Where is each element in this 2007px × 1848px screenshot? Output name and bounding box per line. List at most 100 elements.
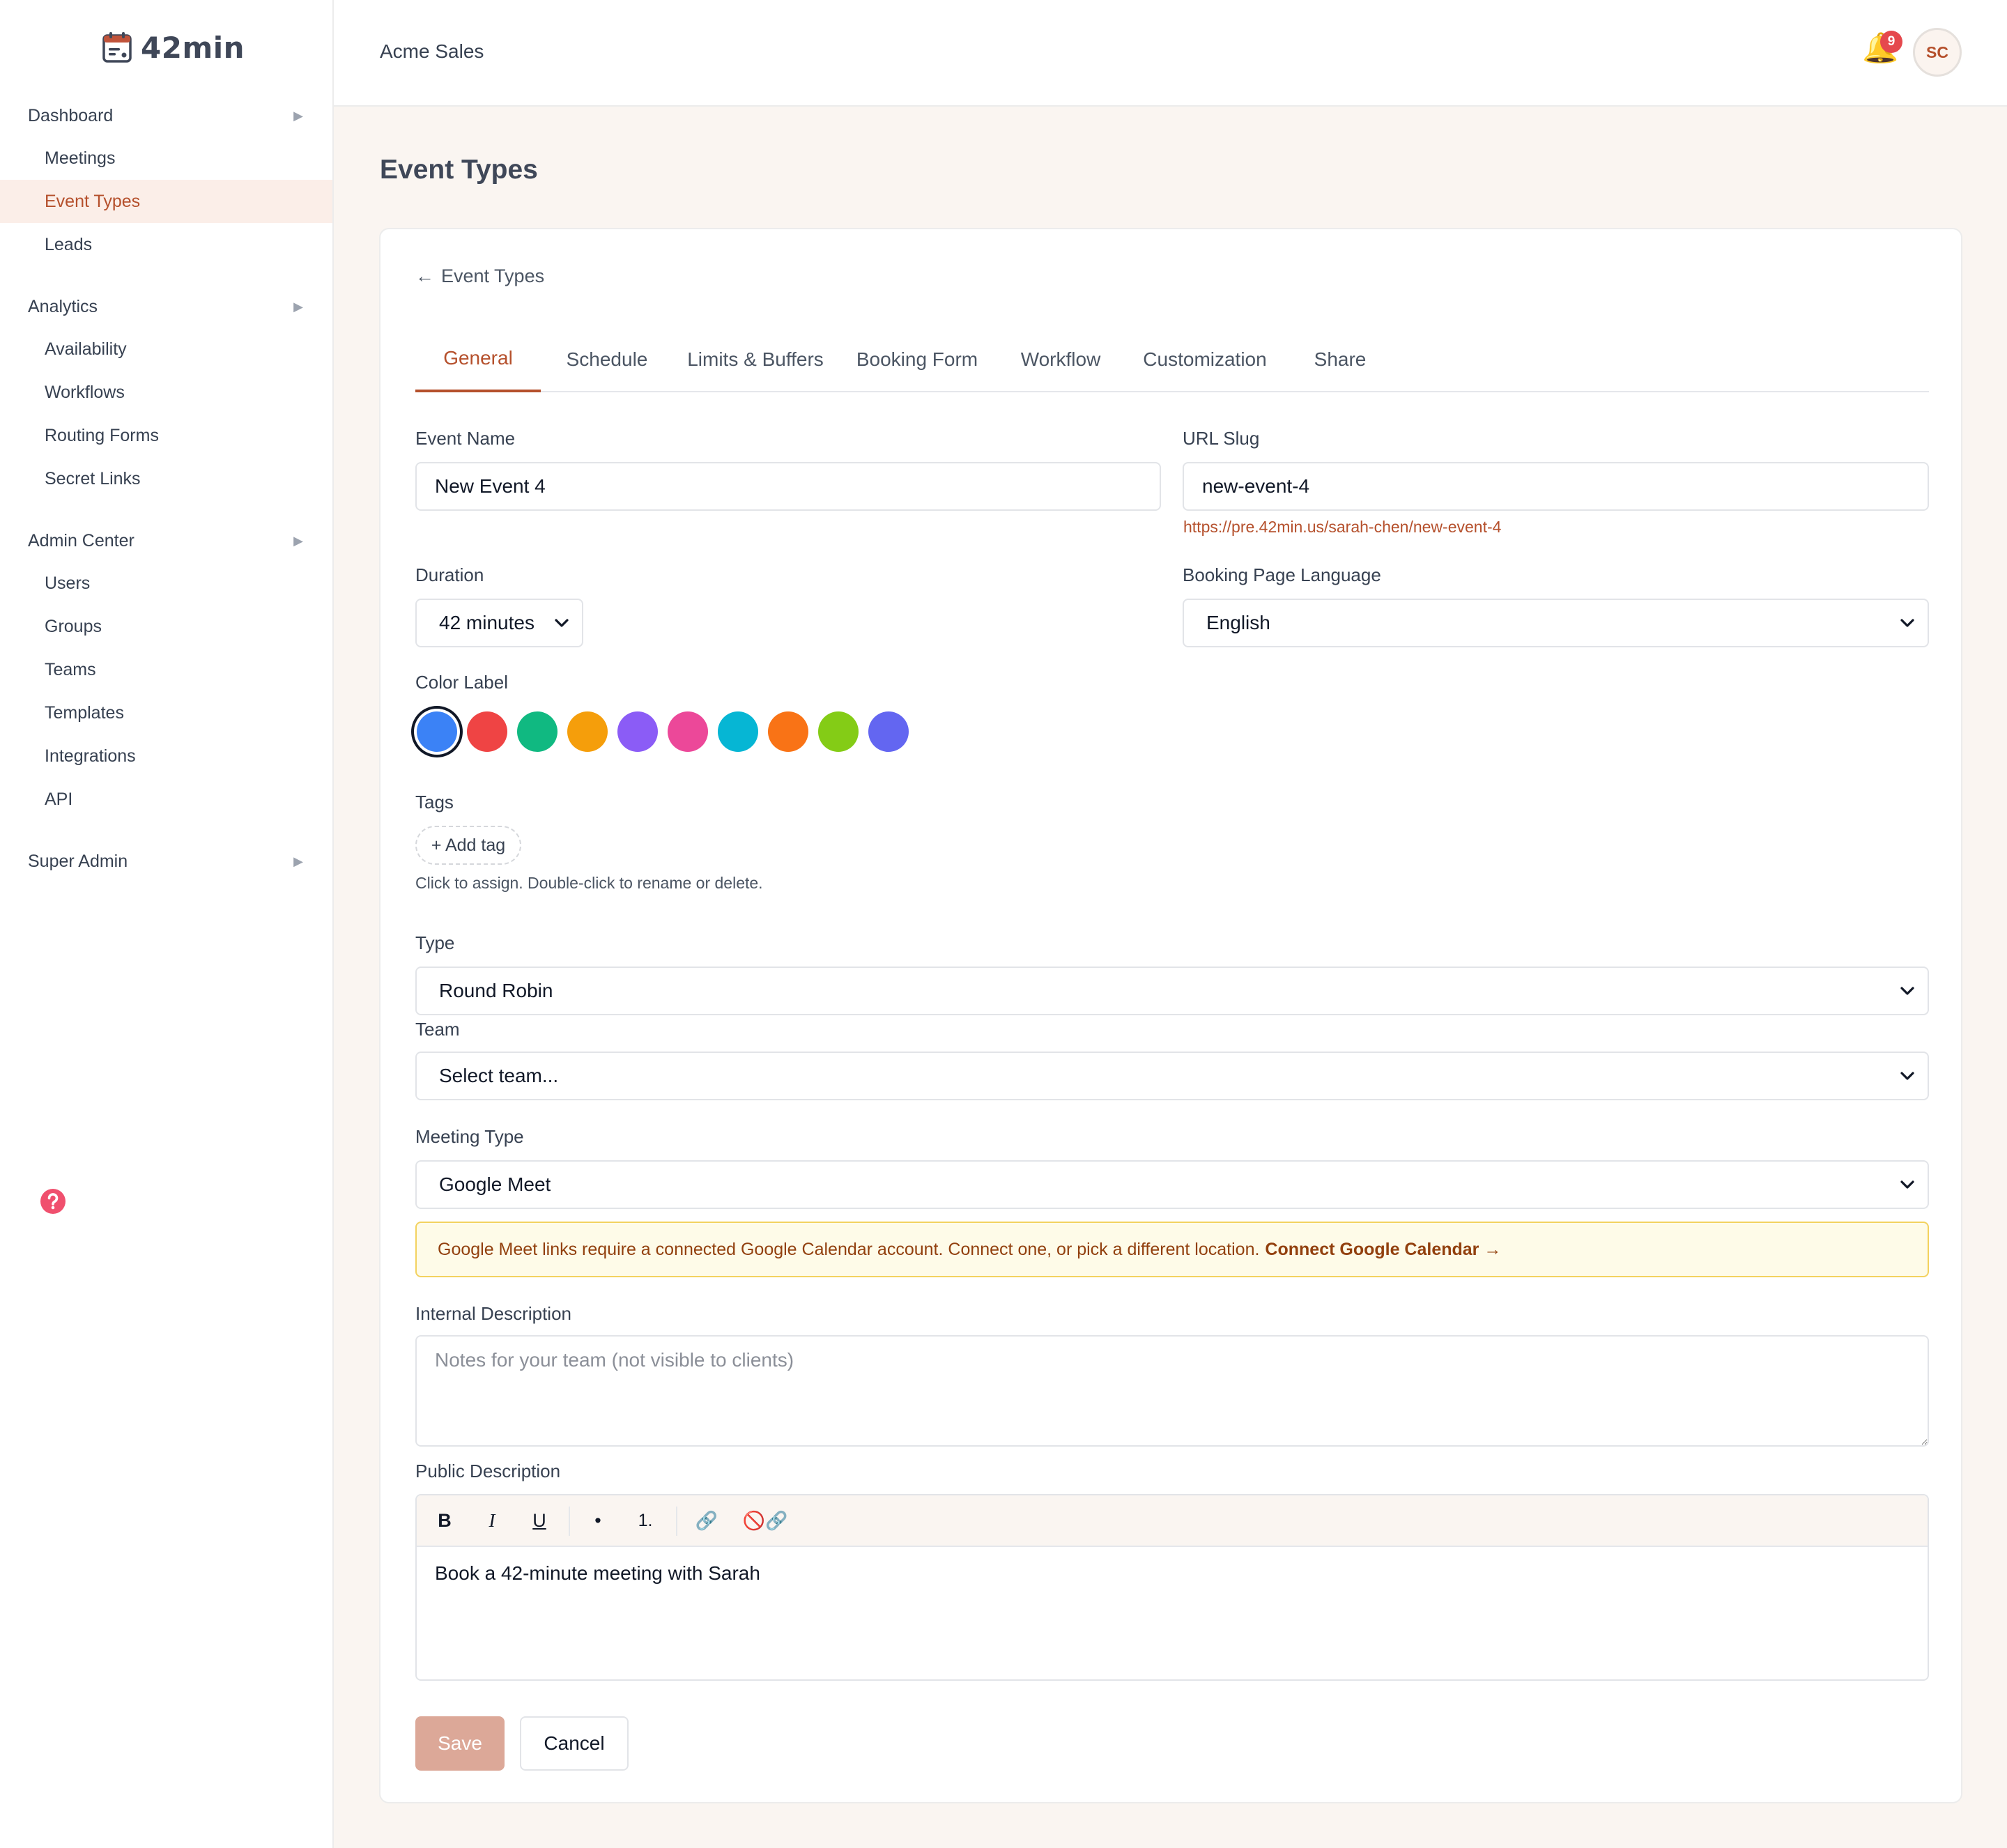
italic-button[interactable]: I: [472, 1495, 512, 1546]
color-swatch[interactable]: [768, 711, 808, 752]
topbar: Acme Sales 🔔 9 SC: [334, 0, 2007, 107]
language-select[interactable]: English: [1183, 599, 1929, 647]
brand-name: 42min: [141, 30, 245, 65]
chevron-down-icon: [1900, 1071, 1915, 1081]
back-link[interactable]: ← Event Types: [415, 265, 544, 287]
underline-button[interactable]: U: [520, 1495, 559, 1546]
tab-limits-buffers[interactable]: Limits & Buffers: [673, 331, 838, 392]
editor-toolbar: B I U • 1. 🔗 🚫 🔗: [417, 1495, 1928, 1547]
team-select[interactable]: Select team...: [415, 1052, 1929, 1100]
back-link-label: Event Types: [441, 265, 545, 286]
tab-general[interactable]: General: [415, 331, 541, 392]
page-title: Event Types: [380, 155, 538, 185]
google-calendar-warning: Google Meet links require a connected Go…: [415, 1222, 1929, 1277]
sidebar-item-users[interactable]: Users: [0, 562, 332, 605]
sidebar-item-leads[interactable]: Leads: [0, 223, 332, 266]
calendar-icon: [102, 31, 132, 63]
caret-right-icon: ▶: [293, 299, 303, 314]
sidebar-nav: Dashboard ▶ Meetings Event Types Leads A…: [0, 95, 332, 882]
bullet-list-button[interactable]: •: [578, 1495, 617, 1546]
type-value: Round Robin: [439, 980, 553, 1001]
public-description-label: Public Description: [415, 1461, 561, 1481]
sidebar-item-routing-forms[interactable]: Routing Forms: [0, 414, 332, 457]
connect-google-calendar-link[interactable]: Connect Google Calendar →: [1265, 1240, 1501, 1260]
bold-button[interactable]: B: [425, 1495, 464, 1546]
editor-content[interactable]: Book a 42-minute meeting with Sarah: [417, 1547, 1928, 1600]
type-select[interactable]: Round Robin: [415, 967, 1929, 1015]
url-slug-input[interactable]: [1183, 462, 1929, 511]
booking-url-preview: https://pre.42min.us/sarah-chen/new-even…: [1183, 518, 1502, 536]
event-name-label: Event Name: [415, 428, 516, 449]
caret-right-icon: ▶: [293, 854, 303, 868]
sidebar-item-teams[interactable]: Teams: [0, 648, 332, 691]
tab-share[interactable]: Share: [1285, 331, 1395, 392]
sidebar-section-analytics[interactable]: Analytics ▶: [0, 286, 332, 328]
meeting-type-label: Meeting Type: [415, 1126, 524, 1147]
color-swatch[interactable]: [718, 711, 758, 752]
unlink-icon: 🚫: [742, 1509, 765, 1531]
tab-schedule[interactable]: Schedule: [541, 331, 673, 392]
sidebar-item-event-types[interactable]: Event Types: [0, 180, 332, 223]
sidebar-item-groups[interactable]: Groups: [0, 605, 332, 648]
tab-bar: General Schedule Limits & Buffers Bookin…: [415, 331, 1929, 392]
caret-right-icon: ▶: [293, 533, 303, 548]
color-swatch[interactable]: [668, 711, 708, 752]
color-swatch[interactable]: [567, 711, 608, 752]
caret-right-icon: ▶: [293, 108, 303, 123]
link-icon: 🔗: [695, 1509, 718, 1531]
sidebar-item-templates[interactable]: Templates: [0, 691, 332, 734]
tab-customization[interactable]: Customization: [1125, 331, 1285, 392]
sidebar-item-secret-links[interactable]: Secret Links: [0, 457, 332, 500]
sidebar-item-workflows[interactable]: Workflows: [0, 371, 332, 414]
sidebar-item-integrations[interactable]: Integrations: [0, 734, 332, 778]
notifications-button[interactable]: 🔔 9: [1862, 31, 1902, 68]
chevron-down-icon: [554, 618, 569, 628]
color-swatch[interactable]: [617, 711, 658, 752]
org-name: Acme Sales: [380, 40, 484, 62]
tags-label: Tags: [415, 792, 454, 813]
save-button[interactable]: Save: [415, 1716, 505, 1771]
chevron-down-icon: [1900, 1180, 1915, 1189]
event-type-card: ← Event Types General Schedule Limits & B…: [379, 228, 1962, 1803]
color-swatch[interactable]: [417, 711, 457, 752]
duration-select[interactable]: 42 minutes: [415, 599, 583, 647]
link-button[interactable]: 🔗: [686, 1495, 728, 1546]
numbered-list-button[interactable]: 1.: [626, 1495, 665, 1546]
type-label: Type: [415, 932, 455, 953]
notification-badge: 9: [1880, 31, 1902, 53]
sidebar-item-api[interactable]: API: [0, 778, 332, 821]
chevron-down-icon: [1900, 618, 1915, 628]
tab-workflow[interactable]: Workflow: [997, 331, 1125, 392]
color-swatch[interactable]: [467, 711, 507, 752]
duration-label: Duration: [415, 564, 484, 585]
team-label: Team: [415, 1019, 460, 1040]
sidebar-section-label: Dashboard: [28, 105, 114, 125]
sidebar-section-dashboard[interactable]: Dashboard ▶: [0, 95, 332, 137]
cancel-button[interactable]: Cancel: [520, 1716, 629, 1771]
color-swatch[interactable]: [868, 711, 909, 752]
chevron-down-icon: [1900, 986, 1915, 996]
unlink-button[interactable]: 🚫 🔗: [737, 1495, 793, 1546]
add-tag-button[interactable]: + Add tag: [415, 826, 521, 865]
tab-booking-form[interactable]: Booking Form: [838, 331, 997, 392]
sidebar-item-meetings[interactable]: Meetings: [0, 137, 332, 180]
avatar[interactable]: SC: [1913, 28, 1962, 77]
sidebar-section-admin-center[interactable]: Admin Center ▶: [0, 520, 332, 562]
link-icon: 🔗: [765, 1509, 788, 1531]
brand-logo[interactable]: 42min: [102, 29, 245, 66]
color-swatch[interactable]: [818, 711, 859, 752]
event-name-input[interactable]: [415, 462, 1161, 511]
sidebar-section-label: Analytics: [28, 296, 98, 316]
sidebar-item-availability[interactable]: Availability: [0, 328, 332, 371]
color-label-label: Color Label: [415, 672, 508, 693]
duration-value: 42 minutes: [439, 612, 535, 633]
internal-description-textarea[interactable]: [415, 1335, 1929, 1447]
help-icon[interactable]: [40, 1188, 66, 1218]
language-value: English: [1206, 612, 1270, 633]
meeting-type-select[interactable]: Google Meet: [415, 1160, 1929, 1209]
team-value: Select team...: [439, 1065, 559, 1086]
color-swatch[interactable]: [517, 711, 558, 752]
sidebar-section-label: Super Admin: [28, 851, 128, 871]
meeting-type-value: Google Meet: [439, 1173, 551, 1195]
sidebar-section-super-admin[interactable]: Super Admin ▶: [0, 840, 332, 882]
